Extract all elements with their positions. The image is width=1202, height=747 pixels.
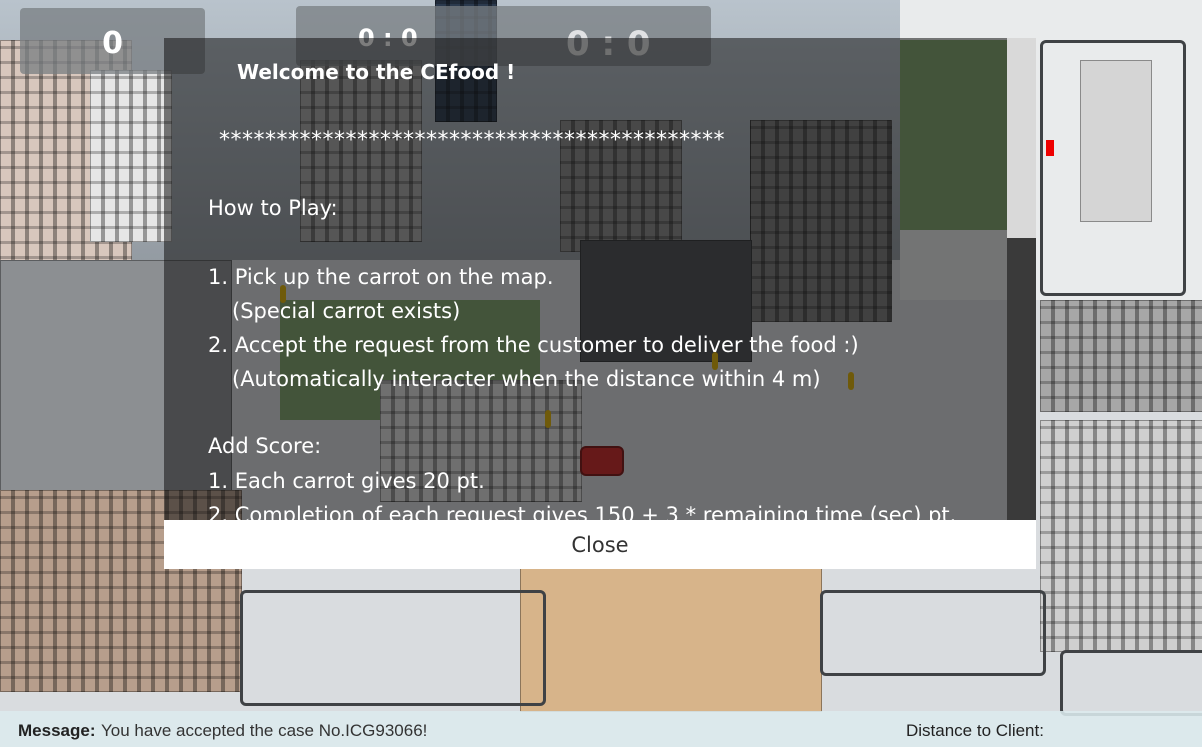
- how-to-play-heading: How to Play:: [208, 196, 338, 220]
- instruction-line: 2. Accept the request from the customer …: [208, 333, 859, 357]
- score-rule-line: 2. Completion of each request gives 150 …: [208, 503, 957, 520]
- message-text: You have accepted the case No.ICG93066!: [101, 721, 428, 740]
- dialog-separator: ****************************************…: [219, 128, 725, 153]
- building: [1040, 300, 1202, 412]
- map-road-outline: [1060, 650, 1202, 716]
- map-road-outline: [1040, 40, 1186, 296]
- building: [1040, 420, 1202, 652]
- player-score: 0: [102, 26, 123, 61]
- instruction-line: 1. Pick up the carrot on the map.: [208, 265, 554, 289]
- map-road-outline: [240, 590, 546, 706]
- instruction-line: (Special carrot exists): [232, 299, 461, 323]
- score-rule-line: 1. Each carrot gives 20 pt.: [208, 469, 485, 493]
- dialog-scroll-area[interactable]: Welcome to the CEfood ! ****************…: [164, 38, 1007, 520]
- instruction-line: (Automatically interacter when the dista…: [232, 367, 821, 391]
- close-button[interactable]: Close: [164, 520, 1036, 569]
- building: [520, 560, 822, 712]
- map-road-outline: [820, 590, 1046, 676]
- status-bar: Message: You have accepted the case No.I…: [0, 711, 1202, 747]
- welcome-dialog: Welcome to the CEfood ! ****************…: [164, 38, 1036, 569]
- dialog-scrollbar[interactable]: [1007, 38, 1036, 520]
- scrollbar-thumb[interactable]: [1007, 38, 1036, 238]
- target-marker: [1046, 140, 1054, 156]
- message-label: Message:: [18, 721, 96, 740]
- distance-label: Distance to Client:: [906, 721, 1044, 740]
- add-score-heading: Add Score:: [208, 434, 322, 458]
- building: [90, 70, 172, 242]
- dialog-title: Welcome to the CEfood !: [237, 60, 516, 84]
